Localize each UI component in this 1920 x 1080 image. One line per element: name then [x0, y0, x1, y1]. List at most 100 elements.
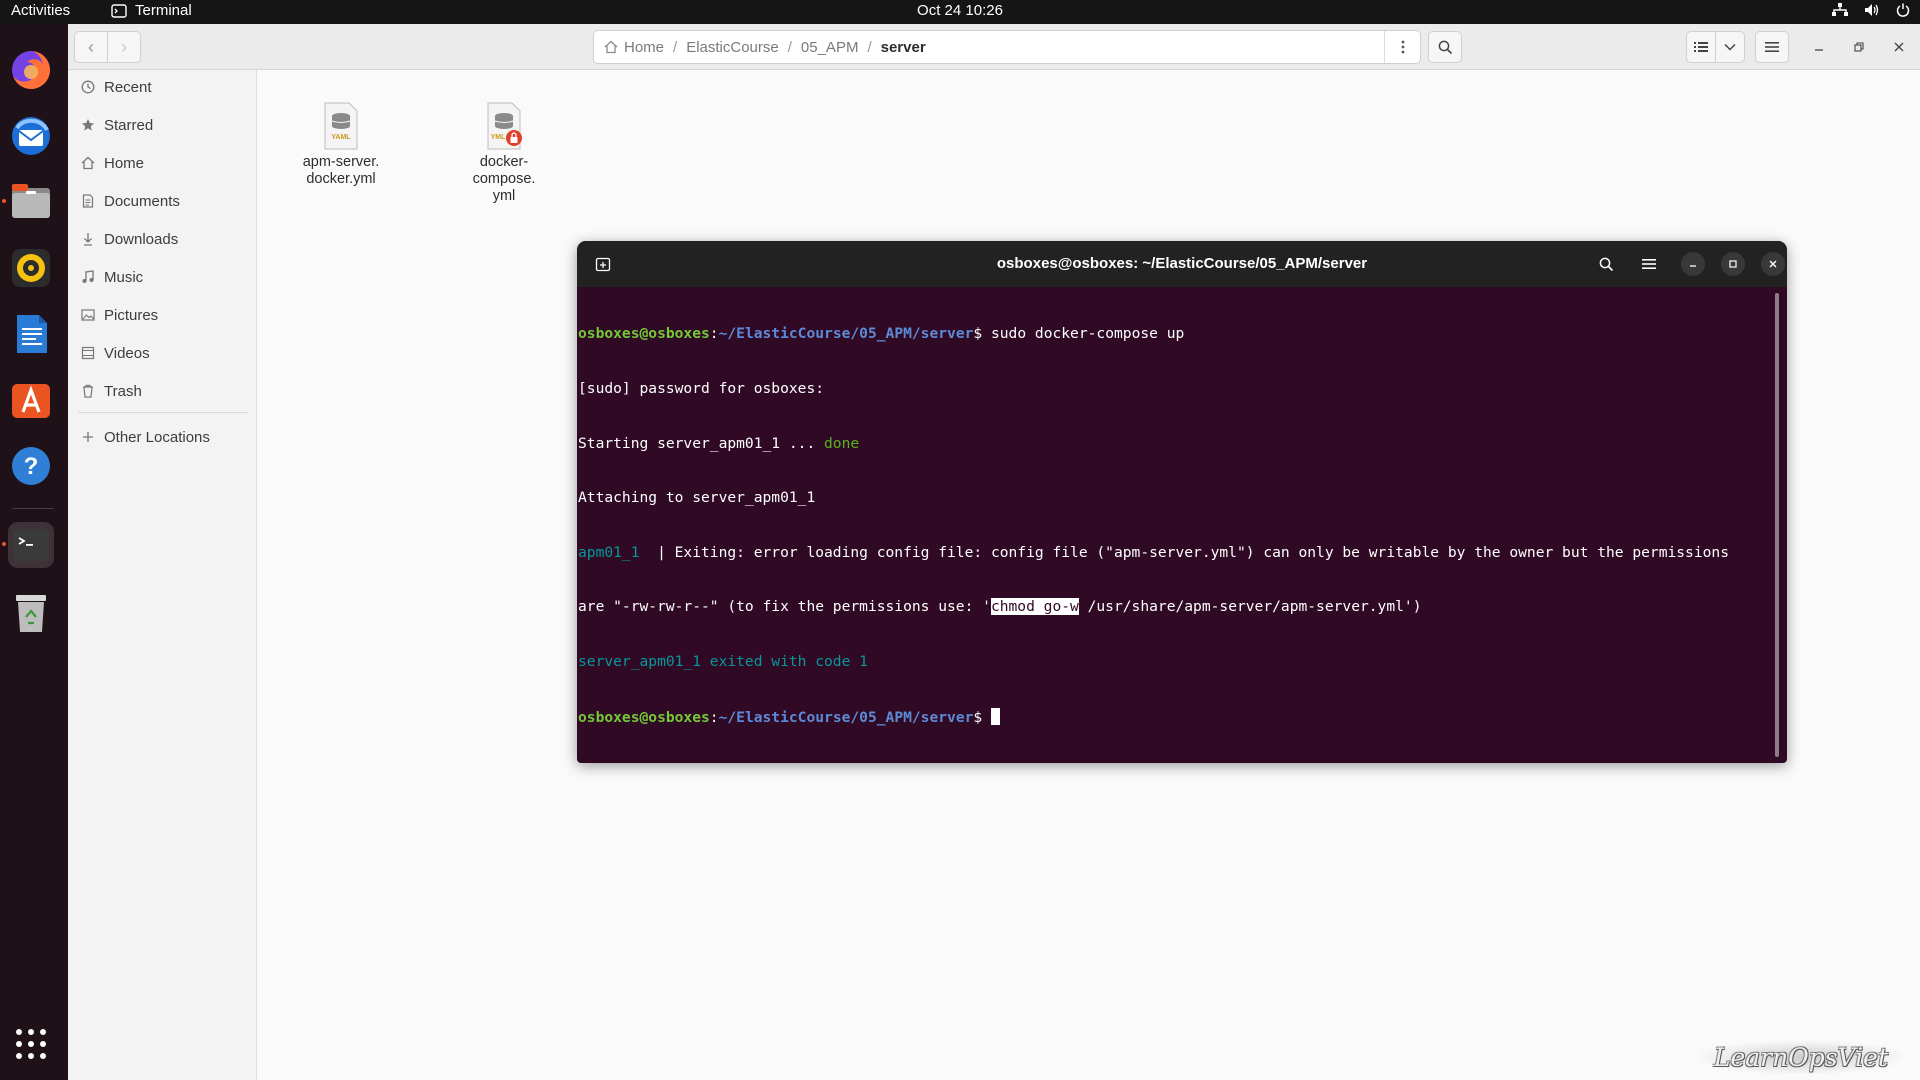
terminal-scrollbar[interactable]: [1775, 293, 1779, 757]
breadcrumb-elasticcourse[interactable]: ElasticCourse: [686, 39, 779, 56]
app-menu[interactable]: Terminal: [111, 2, 192, 19]
software-icon: [12, 384, 50, 418]
rhythmbox-icon: [12, 249, 50, 287]
prompt-dollar: $: [973, 325, 991, 343]
close-icon: [1769, 260, 1777, 268]
breadcrumb-label: Home: [624, 38, 665, 56]
terminal-headerbar: osboxes@osboxes: ~/ElasticCourse/05_APM/…: [577, 241, 1787, 287]
volume-icon: [1865, 4, 1879, 16]
file-item[interactable]: YAML apm-server. docker.yml: [286, 102, 396, 188]
terminal-launcher[interactable]: [2, 522, 54, 568]
file-name: apm-server.: [302, 154, 380, 170]
clock-icon: [81, 80, 95, 94]
sidebar-item-label: Starred: [104, 116, 154, 134]
exit-status-text: server_apm01_1 exited with code 1: [578, 652, 868, 670]
text-cursor: [990, 707, 1000, 725]
path-bar[interactable]: Home / ElasticCourse / 05_APM / server: [593, 30, 1421, 64]
clock[interactable]: Oct 24 10:26: [917, 2, 1003, 19]
firefox-launcher[interactable]: [8, 47, 54, 93]
terminal-line: are "-rw-rw-r--" (to fix the permissions…: [578, 598, 1768, 616]
main-menu-button[interactable]: [1755, 31, 1789, 63]
list-view-icon: [1694, 42, 1708, 52]
sidebar-item-videos[interactable]: Videos: [68, 338, 257, 368]
path-menu-button[interactable]: [1384, 31, 1420, 63]
firefox-icon: [12, 50, 51, 89]
prompt-separator: :: [709, 708, 719, 726]
writer-launcher[interactable]: [8, 311, 54, 357]
star-icon: [82, 119, 94, 131]
close-button[interactable]: [1887, 31, 1911, 63]
hamburger-menu-icon: [1642, 259, 1656, 269]
yml-file-locked-icon: YML: [487, 102, 522, 150]
view-options-button[interactable]: [1715, 31, 1745, 63]
sidebar-item-other-locations[interactable]: Other Locations: [68, 422, 257, 452]
system-tray[interactable]: [1832, 3, 1910, 17]
view-list-button[interactable]: [1686, 31, 1716, 63]
sidebar-item-music[interactable]: Music: [68, 262, 257, 292]
terminal-line: server_apm01_1 exited with code 1: [578, 653, 1768, 671]
sidebar-item-starred[interactable]: Starred: [68, 110, 257, 140]
terminal-search-button[interactable]: [1591, 249, 1621, 279]
breadcrumb-server[interactable]: server: [881, 39, 926, 56]
help-launcher[interactable]: ?: [8, 443, 54, 489]
sidebar-item-label: Trash: [104, 382, 142, 400]
chevron-right-icon: ›: [121, 36, 127, 57]
new-tab-button[interactable]: [588, 249, 618, 279]
terminal-minimize-button[interactable]: [1681, 252, 1705, 276]
sidebar-item-recent[interactable]: Recent: [68, 72, 257, 102]
terminal-menu-button[interactable]: [1634, 249, 1664, 279]
chevron-left-icon: ‹: [88, 36, 94, 57]
trash-launcher[interactable]: [8, 590, 54, 636]
sidebar-item-pictures[interactable]: Pictures: [68, 300, 257, 330]
thunderbird-launcher[interactable]: [8, 113, 54, 159]
search-icon: [1599, 257, 1613, 271]
restore-button[interactable]: [1847, 31, 1871, 63]
breadcrumb-home[interactable]: Home: [604, 39, 664, 56]
activities-button[interactable]: Activities: [11, 2, 70, 19]
sidebar-item-label: Other Locations: [104, 428, 210, 446]
terminal-output[interactable]: osboxes@osboxes:~/ElasticCourse/05_APM/s…: [578, 289, 1768, 759]
sidebar-item-trash[interactable]: Trash: [68, 376, 257, 406]
file-name: docker-: [479, 154, 529, 170]
terminal-line: osboxes@osboxes:~/ElasticCourse/05_APM/s…: [578, 707, 1768, 726]
file-name: compose.: [472, 171, 536, 187]
error-text: are "-rw-rw-r--" (to fix the permissions…: [578, 598, 991, 616]
home-icon: [604, 40, 618, 54]
dock-separator: [12, 508, 54, 509]
back-button[interactable]: ‹: [74, 31, 108, 63]
trash-icon: [16, 595, 46, 632]
minimize-icon: [1815, 49, 1823, 51]
breadcrumb-05-apm[interactable]: 05_APM: [801, 39, 859, 56]
hamburger-menu-icon: [1765, 42, 1779, 52]
prompt-user: osboxes@osboxes: [578, 325, 710, 343]
terminal-title: osboxes@osboxes: ~/ElasticCourse/05_APM/…: [996, 255, 1368, 272]
status-done: done: [824, 434, 860, 452]
file-item[interactable]: YML docker- compose. yml: [449, 102, 559, 205]
search-button[interactable]: [1428, 31, 1462, 63]
terminal-line: [sudo] password for osboxes:: [578, 380, 1768, 398]
files-icon: [12, 184, 50, 218]
sidebar-item-documents[interactable]: Documents: [68, 186, 257, 216]
new-tab-icon: [595, 257, 611, 272]
files-launcher[interactable]: [2, 179, 54, 225]
sidebar-item-downloads[interactable]: Downloads: [68, 224, 257, 254]
selected-text: chmod go-w: [990, 598, 1079, 616]
rhythmbox-launcher[interactable]: [8, 245, 54, 291]
thunderbird-icon: [12, 117, 50, 155]
chevron-down-icon: [1724, 43, 1736, 51]
sidebar-item-home[interactable]: Home: [68, 148, 257, 178]
sidebar-item-label: Recent: [104, 78, 152, 96]
document-icon: [82, 194, 94, 208]
terminal-close-button[interactable]: [1761, 252, 1785, 276]
sidebar-separator: [78, 412, 248, 413]
minimize-button[interactable]: [1807, 31, 1831, 63]
show-apps-button[interactable]: [11, 1024, 51, 1064]
terminal-maximize-button[interactable]: [1721, 252, 1745, 276]
picture-icon: [81, 309, 95, 321]
forward-button[interactable]: ›: [107, 31, 141, 63]
home-icon: [81, 156, 95, 170]
terminal-small-icon: [111, 3, 127, 18]
software-launcher[interactable]: [8, 377, 54, 423]
watermark: LearnOpsViet: [1699, 1041, 1902, 1074]
breadcrumb-separator: /: [673, 38, 678, 56]
